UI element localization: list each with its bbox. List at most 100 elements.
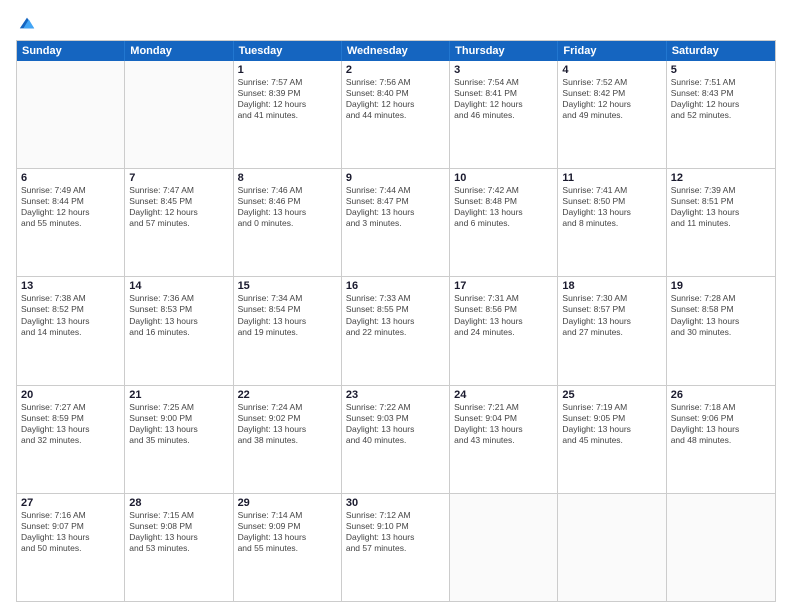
cell-line: Sunrise: 7:49 AM bbox=[21, 185, 120, 196]
cal-cell-2: 2Sunrise: 7:56 AMSunset: 8:40 PMDaylight… bbox=[342, 61, 450, 168]
cal-cell-19: 19Sunrise: 7:28 AMSunset: 8:58 PMDayligh… bbox=[667, 277, 775, 384]
cell-line: Sunrise: 7:57 AM bbox=[238, 77, 337, 88]
day-number: 24 bbox=[454, 389, 553, 401]
cell-line: and 8 minutes. bbox=[562, 218, 661, 229]
cell-line: Sunrise: 7:31 AM bbox=[454, 293, 553, 304]
cell-line: Sunset: 9:08 PM bbox=[129, 521, 228, 532]
day-number: 27 bbox=[21, 497, 120, 509]
cell-line: Daylight: 12 hours bbox=[129, 207, 228, 218]
day-number: 29 bbox=[238, 497, 337, 509]
cell-line: Daylight: 13 hours bbox=[562, 316, 661, 327]
cell-line: and 40 minutes. bbox=[346, 435, 445, 446]
cell-line: Sunrise: 7:28 AM bbox=[671, 293, 771, 304]
cell-line: Sunset: 8:46 PM bbox=[238, 196, 337, 207]
cell-line: and 35 minutes. bbox=[129, 435, 228, 446]
day-number: 28 bbox=[129, 497, 228, 509]
cell-line: Sunset: 8:45 PM bbox=[129, 196, 228, 207]
cell-line: Sunset: 9:06 PM bbox=[671, 413, 771, 424]
cell-line: Sunrise: 7:46 AM bbox=[238, 185, 337, 196]
day-number: 5 bbox=[671, 64, 771, 76]
day-number: 3 bbox=[454, 64, 553, 76]
cell-line: Sunrise: 7:51 AM bbox=[671, 77, 771, 88]
cell-line: Sunset: 8:40 PM bbox=[346, 88, 445, 99]
cell-line: Sunrise: 7:14 AM bbox=[238, 510, 337, 521]
cell-line: Sunset: 8:48 PM bbox=[454, 196, 553, 207]
cal-cell-empty-4-6 bbox=[667, 494, 775, 601]
cell-line: Sunset: 9:05 PM bbox=[562, 413, 661, 424]
day-number: 14 bbox=[129, 280, 228, 292]
cell-line: Daylight: 12 hours bbox=[21, 207, 120, 218]
cell-line: Sunset: 8:53 PM bbox=[129, 304, 228, 315]
cell-line: Sunrise: 7:36 AM bbox=[129, 293, 228, 304]
cal-header-cell-tuesday: Tuesday bbox=[234, 41, 342, 61]
cell-line: Daylight: 13 hours bbox=[238, 424, 337, 435]
cell-line: Sunrise: 7:30 AM bbox=[562, 293, 661, 304]
cell-line: and 53 minutes. bbox=[129, 543, 228, 554]
cal-row-1: 6Sunrise: 7:49 AMSunset: 8:44 PMDaylight… bbox=[17, 168, 775, 276]
cell-line: Sunset: 8:42 PM bbox=[562, 88, 661, 99]
cell-line: Sunset: 8:58 PM bbox=[671, 304, 771, 315]
cell-line: Sunrise: 7:25 AM bbox=[129, 402, 228, 413]
cell-line: Daylight: 13 hours bbox=[238, 316, 337, 327]
cal-cell-18: 18Sunrise: 7:30 AMSunset: 8:57 PMDayligh… bbox=[558, 277, 666, 384]
cal-row-0: 1Sunrise: 7:57 AMSunset: 8:39 PMDaylight… bbox=[17, 61, 775, 168]
cell-line: Sunset: 8:43 PM bbox=[671, 88, 771, 99]
cell-line: Sunset: 8:55 PM bbox=[346, 304, 445, 315]
cell-line: Daylight: 13 hours bbox=[562, 207, 661, 218]
cell-line: and 24 minutes. bbox=[454, 327, 553, 338]
cell-line: Sunset: 9:02 PM bbox=[238, 413, 337, 424]
cell-line: and 3 minutes. bbox=[346, 218, 445, 229]
cell-line: and 43 minutes. bbox=[454, 435, 553, 446]
cell-line: Sunset: 8:54 PM bbox=[238, 304, 337, 315]
cell-line: Sunrise: 7:19 AM bbox=[562, 402, 661, 413]
cell-line: Sunrise: 7:21 AM bbox=[454, 402, 553, 413]
cal-header-cell-friday: Friday bbox=[558, 41, 666, 61]
day-number: 6 bbox=[21, 172, 120, 184]
cell-line: Daylight: 12 hours bbox=[346, 99, 445, 110]
cal-row-2: 13Sunrise: 7:38 AMSunset: 8:52 PMDayligh… bbox=[17, 276, 775, 384]
cell-line: Sunset: 8:52 PM bbox=[21, 304, 120, 315]
cell-line: Sunrise: 7:24 AM bbox=[238, 402, 337, 413]
cell-line: Daylight: 13 hours bbox=[21, 532, 120, 543]
cal-cell-6: 6Sunrise: 7:49 AMSunset: 8:44 PMDaylight… bbox=[17, 169, 125, 276]
cell-line: Sunset: 8:44 PM bbox=[21, 196, 120, 207]
logo-icon bbox=[18, 14, 36, 32]
cell-line: and 44 minutes. bbox=[346, 110, 445, 121]
cell-line: and 55 minutes. bbox=[238, 543, 337, 554]
cell-line: Sunset: 8:51 PM bbox=[671, 196, 771, 207]
header bbox=[16, 12, 776, 32]
cell-line: Sunrise: 7:54 AM bbox=[454, 77, 553, 88]
cal-cell-4: 4Sunrise: 7:52 AMSunset: 8:42 PMDaylight… bbox=[558, 61, 666, 168]
cell-line: Sunset: 9:07 PM bbox=[21, 521, 120, 532]
cell-line: and 22 minutes. bbox=[346, 327, 445, 338]
cell-line: and 19 minutes. bbox=[238, 327, 337, 338]
day-number: 16 bbox=[346, 280, 445, 292]
day-number: 17 bbox=[454, 280, 553, 292]
cell-line: and 50 minutes. bbox=[21, 543, 120, 554]
cal-cell-16: 16Sunrise: 7:33 AMSunset: 8:55 PMDayligh… bbox=[342, 277, 450, 384]
day-number: 23 bbox=[346, 389, 445, 401]
cal-cell-30: 30Sunrise: 7:12 AMSunset: 9:10 PMDayligh… bbox=[342, 494, 450, 601]
cell-line: and 46 minutes. bbox=[454, 110, 553, 121]
cell-line: Sunrise: 7:33 AM bbox=[346, 293, 445, 304]
cal-cell-21: 21Sunrise: 7:25 AMSunset: 9:00 PMDayligh… bbox=[125, 386, 233, 493]
calendar-header-row: SundayMondayTuesdayWednesdayThursdayFrid… bbox=[17, 41, 775, 61]
cell-line: and 0 minutes. bbox=[238, 218, 337, 229]
cell-line: Sunrise: 7:12 AM bbox=[346, 510, 445, 521]
page: SundayMondayTuesdayWednesdayThursdayFrid… bbox=[0, 0, 792, 612]
cell-line: Daylight: 12 hours bbox=[671, 99, 771, 110]
cell-line: Sunrise: 7:34 AM bbox=[238, 293, 337, 304]
cal-header-cell-saturday: Saturday bbox=[667, 41, 775, 61]
cell-line: Sunrise: 7:15 AM bbox=[129, 510, 228, 521]
cell-line: Daylight: 13 hours bbox=[454, 316, 553, 327]
cal-cell-25: 25Sunrise: 7:19 AMSunset: 9:05 PMDayligh… bbox=[558, 386, 666, 493]
cell-line: Sunset: 8:56 PM bbox=[454, 304, 553, 315]
cal-cell-13: 13Sunrise: 7:38 AMSunset: 8:52 PMDayligh… bbox=[17, 277, 125, 384]
cell-line: Daylight: 13 hours bbox=[346, 207, 445, 218]
cal-cell-22: 22Sunrise: 7:24 AMSunset: 9:02 PMDayligh… bbox=[234, 386, 342, 493]
cell-line: and 48 minutes. bbox=[671, 435, 771, 446]
cal-header-cell-sunday: Sunday bbox=[17, 41, 125, 61]
day-number: 19 bbox=[671, 280, 771, 292]
day-number: 2 bbox=[346, 64, 445, 76]
cell-line: and 16 minutes. bbox=[129, 327, 228, 338]
